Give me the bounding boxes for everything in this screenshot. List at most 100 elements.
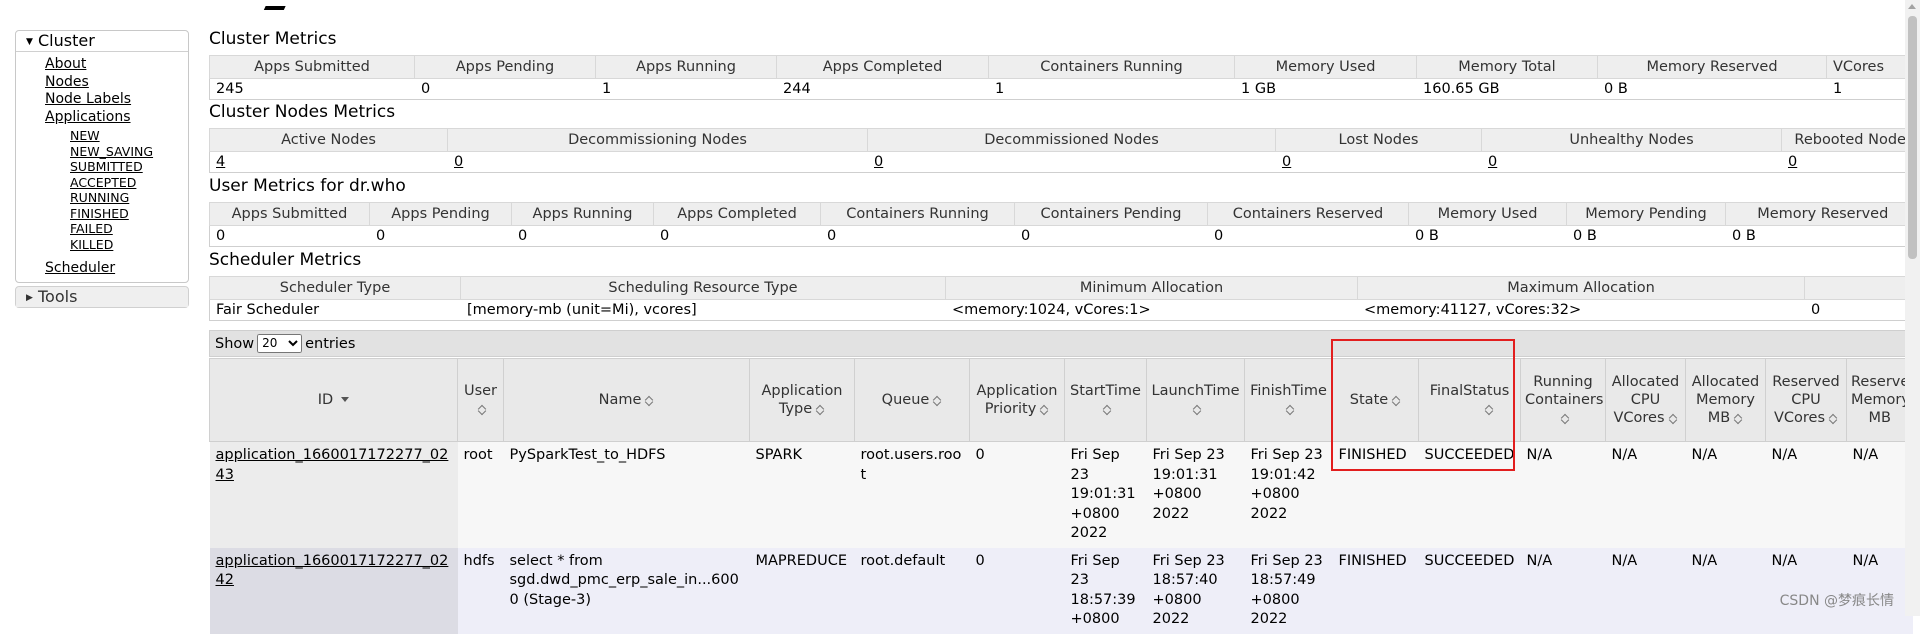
metric-value: 0 [1014,225,1208,247]
scrollbar-thumb[interactable] [1908,16,1917,259]
lost-nodes-link[interactable]: 0 [1282,154,1291,170]
col-header: Memory Total [1416,55,1598,79]
col-header: Containers Reserved [1207,202,1409,226]
app-user: hdfs [457,547,504,634]
metrics-header-row: Apps Submitted Apps Pending Apps Running… [209,55,1920,79]
sort-icon [645,393,654,405]
col-header: Decommissioned Nodes [867,128,1276,152]
col-header-reserved-memory[interactable]: Reserved Memory MB [1846,358,1919,442]
apps-table-toolbar: Show102050100entries [209,330,1912,357]
app-reserved-memory: N/A [1846,441,1913,548]
app-launch-time: Fri Sep 23 18:57:40 +0800 2022 [1146,547,1245,634]
vertical-scrollbar[interactable] [1905,0,1920,616]
col-header: Containers Running [988,55,1235,79]
col-header-reserved-cpu[interactable]: Reserved CPU VCores [1765,358,1847,442]
nav-link-state-running[interactable]: RUNNING [70,190,129,205]
col-header-allocated-memory[interactable]: Allocated Memory MB [1685,358,1766,442]
sort-icon [1286,402,1295,414]
col-header: Maximum Allocation [1357,276,1805,300]
col-header: Memory Reserved [1597,55,1827,79]
sort-icon [933,393,942,405]
app-allocated-cpu: N/A [1605,441,1686,548]
cluster-nav-list: About Nodes Node Labels Applications NEW… [16,52,188,282]
scroll-up-icon[interactable] [1908,4,1916,9]
col-header: Containers Pending [1014,202,1208,226]
metric-value: Fair Scheduler [209,299,461,321]
sort-icon [1193,402,1202,414]
col-header-state[interactable]: State [1332,358,1419,442]
metric-value: 0 [414,78,596,100]
app-name: select * from sgd.dwd_pmc_erp_sale_in...… [503,547,750,634]
tools-nav-section: ▶ Tools [15,285,189,308]
metric-value: 0 B [1597,78,1827,100]
col-header-priority[interactable]: Application Priority [969,358,1065,442]
triangle-right-icon: ▶ [26,292,33,303]
user-metrics-table: Apps Submitted Apps Pending Apps Running… [209,202,1920,247]
col-header-name[interactable]: Name [503,358,750,442]
app-final-status: SUCCEEDED [1418,441,1521,548]
app-start-time: Fri Sep 23 18:57:39 +0800 [1064,547,1147,634]
col-header-finish-time[interactable]: FinishTime [1244,358,1333,442]
metric-value: 0 [1804,299,1920,321]
nav-link-applications[interactable]: Applications [45,109,131,125]
decommissioning-nodes-link[interactable]: 0 [454,154,463,170]
metrics-value-row: 4 0 0 0 0 0 [209,151,1920,173]
sort-icon [1829,411,1838,423]
col-header-launch-time[interactable]: LaunchTime [1146,358,1245,442]
metric-value: 0 [369,225,512,247]
col-header-start-time[interactable]: StartTime [1064,358,1147,442]
col-header: Lost Nodes [1275,128,1482,152]
nav-link-state-finished[interactable]: FINISHED [70,206,129,221]
app-user: root [457,441,504,548]
sort-icon [1485,402,1494,414]
tools-nav-label: Tools [38,286,78,306]
sort-icon [1040,402,1049,414]
nav-link-state-killed[interactable]: KILLED [70,237,113,252]
user-metrics-title: User Metrics for dr.who [209,176,406,196]
col-header-application-type[interactable]: Application Type [749,358,855,442]
metric-value: 244 [776,78,989,100]
col-header: Rebooted Nodes [1781,128,1920,152]
metric-value: 0 [511,225,654,247]
app-id-link[interactable]: application_1660017172277_0243 [216,447,449,483]
col-header-queue[interactable]: Queue [854,358,970,442]
app-id-link[interactable]: application_1660017172277_0242 [216,553,449,589]
app-finish-time: Fri Sep 23 18:57:49 +0800 2022 [1244,547,1333,634]
app-state: FINISHED [1332,547,1419,634]
col-header-running-containers[interactable]: Running Containers [1520,358,1606,442]
nav-link-state-new[interactable]: NEW [70,128,100,143]
col-header-user[interactable]: User [457,358,504,442]
sort-icon [478,402,487,414]
col-header: Decommissioning Nodes [447,128,868,152]
nav-link-state-failed[interactable]: FAILED [70,221,113,236]
nav-link-state-accepted[interactable]: ACCEPTED [70,175,136,190]
nav-link-node-labels[interactable]: Node Labels [45,91,131,107]
app-allocated-memory: N/A [1685,547,1766,634]
rebooted-nodes-link[interactable]: 0 [1788,154,1797,170]
nav-link-nodes[interactable]: Nodes [45,74,89,90]
tools-nav-header[interactable]: ▶ Tools [16,286,188,307]
app-state: FINISHED [1332,441,1419,548]
table-row: application_1660017172277_0242 hdfs sele… [209,547,1913,634]
scheduler-metrics-table: Scheduler Type Scheduling Resource Type … [209,276,1920,321]
metric-value: 0 [653,225,821,247]
col-header-final-status[interactable]: FinalStatus [1418,358,1521,442]
nav-link-state-submitted[interactable]: SUBMITTED [70,159,143,174]
app-state-list: NEW NEW_SAVING SUBMITTED ACCEPTED RUNNIN… [45,128,188,252]
col-header-id[interactable]: ID [209,358,458,442]
metrics-value-row: 0 0 0 0 0 0 0 0 B 0 B 0 B [209,225,1920,247]
unhealthy-nodes-link[interactable]: 0 [1488,154,1497,170]
cluster-nav-header[interactable]: ▼ Cluster [16,31,188,52]
metric-value: 0 B [1408,225,1567,247]
col-header: Minimum Allocation [945,276,1358,300]
nav-link-scheduler[interactable]: Scheduler [45,260,115,276]
decommissioned-nodes-link[interactable]: 0 [874,154,883,170]
nav-link-about[interactable]: About [45,56,86,72]
app-reserved-cpu: N/A [1765,441,1847,548]
nav-link-state-new-saving[interactable]: NEW_SAVING [70,144,153,159]
app-running-containers: N/A [1520,547,1606,634]
col-header-allocated-cpu[interactable]: Allocated CPU VCores [1605,358,1686,442]
sort-desc-icon [341,397,350,402]
entries-per-page-select[interactable]: 102050100 [257,333,303,353]
active-nodes-link[interactable]: 4 [216,154,225,170]
